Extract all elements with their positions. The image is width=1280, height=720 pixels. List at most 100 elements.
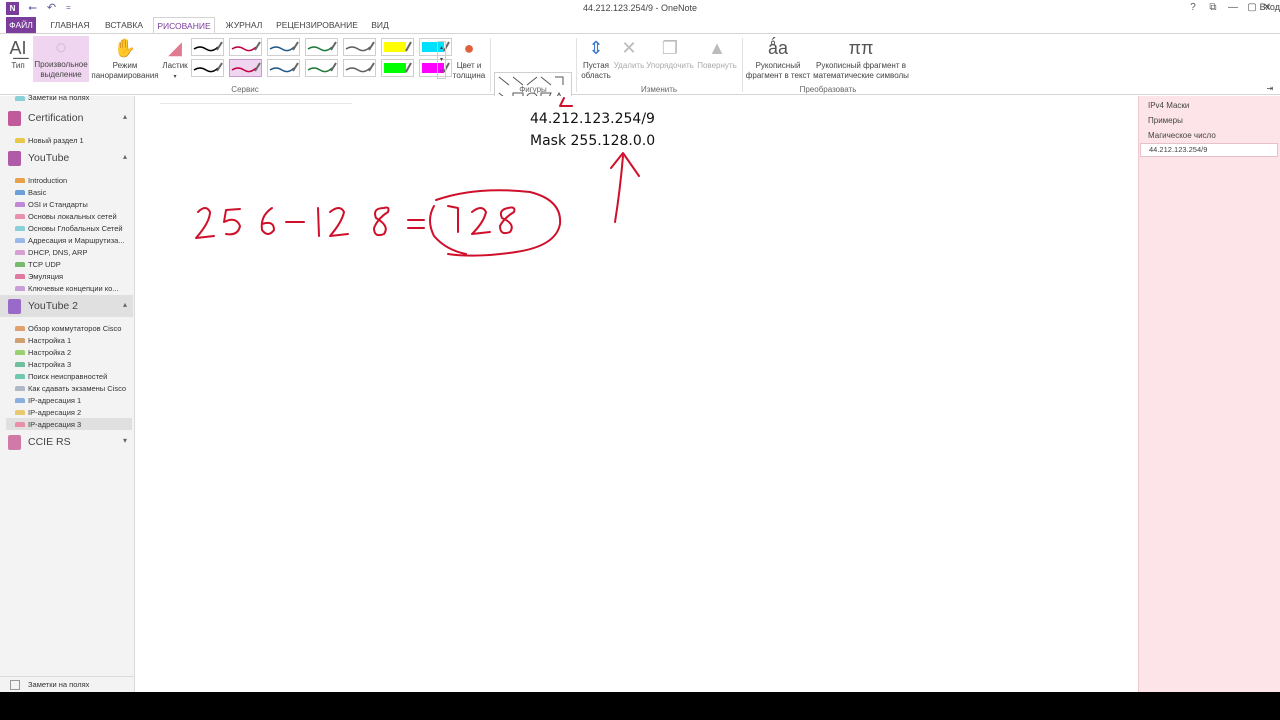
lasso-select-button[interactable]: ◌ Произвольное выделение bbox=[33, 36, 89, 82]
tab-view[interactable]: ВИД bbox=[365, 17, 395, 33]
pen-swatch[interactable] bbox=[191, 38, 224, 56]
section-item[interactable]: Настройка 2 bbox=[28, 348, 132, 357]
pen-swatch[interactable] bbox=[343, 38, 376, 56]
quick-notes-footer[interactable]: Заметки на полях bbox=[0, 676, 134, 692]
tab-file[interactable]: ФАЙЛ bbox=[6, 17, 36, 33]
rotate-label: Повернуть bbox=[697, 61, 737, 70]
ribbon: A͟I Тип ◌ Произвольное выделение ✋ Режим… bbox=[0, 33, 1280, 110]
pen-swatch[interactable] bbox=[267, 59, 300, 77]
section-item[interactable]: Как сдавать экзамены Cisco bbox=[28, 384, 132, 393]
pen-swatch[interactable] bbox=[229, 59, 262, 77]
pen-swatch[interactable] bbox=[343, 59, 376, 77]
section-color-swatch bbox=[15, 178, 25, 183]
pen-swatch[interactable] bbox=[191, 59, 224, 77]
notebook-navigation: Заметки на полях Certification ▴ Новый р… bbox=[0, 93, 135, 692]
page-item[interactable]: Примеры bbox=[1148, 116, 1183, 125]
page-item[interactable]: 44.212.123.254/9 bbox=[1140, 143, 1278, 157]
notebook-name: YouTube 2 bbox=[28, 300, 79, 312]
help-button[interactable]: ? bbox=[1183, 1, 1203, 15]
arrange-button[interactable]: ❐ Упорядочить bbox=[645, 37, 695, 71]
notebook-certification[interactable]: Certification ▴ bbox=[0, 107, 133, 129]
section-color-swatch bbox=[15, 326, 25, 331]
collapse-icon[interactable]: ▴ bbox=[123, 152, 127, 161]
eraser-button[interactable]: ◢ Ластик ▾ bbox=[160, 37, 190, 82]
pen-swatch[interactable] bbox=[229, 38, 262, 56]
page-item[interactable]: IPv4 Маски bbox=[1148, 101, 1189, 110]
notebook-name: YouTube bbox=[28, 152, 70, 164]
ink-text-label-2: фрагмент в текст bbox=[745, 71, 811, 80]
pen-swatch[interactable] bbox=[381, 38, 414, 56]
section-item[interactable]: IP-адресация 2 bbox=[28, 408, 132, 417]
collapse-ribbon-icon[interactable]: ⇥ bbox=[1264, 84, 1276, 94]
pen-swatch[interactable] bbox=[419, 59, 452, 77]
insert-space-button[interactable]: ⇕ Пустая область bbox=[578, 37, 614, 81]
section-item[interactable]: Настройка 1 bbox=[28, 336, 132, 345]
section-item[interactable]: Основы локальных сетей bbox=[28, 212, 132, 221]
pen-swatch[interactable] bbox=[267, 38, 300, 56]
ink-digit bbox=[471, 207, 491, 235]
ink-to-math-button[interactable]: ππ Рукописный фрагмент в математические … bbox=[810, 37, 912, 81]
tab-draw[interactable]: РИСОВАНИЕ bbox=[153, 17, 215, 34]
ink-circle bbox=[435, 189, 562, 257]
ink-to-text-button[interactable]: ǻa Рукописный фрагмент в текст bbox=[744, 37, 812, 81]
notebook-ccie-rs[interactable]: CCIE RS ▾ bbox=[0, 431, 133, 453]
section-item[interactable]: Основы Глобальных Сетей bbox=[28, 224, 132, 233]
section-item[interactable]: IP-адресация 1 bbox=[28, 396, 132, 405]
sign-in-link[interactable]: Вход bbox=[1260, 2, 1280, 12]
quick-notes-icon bbox=[10, 680, 20, 690]
color-label-2: толщина bbox=[452, 71, 486, 80]
pan-label-2: панорамирования bbox=[91, 71, 159, 80]
section-item[interactable]: Настройка 3 bbox=[28, 360, 132, 369]
section-item[interactable]: Эмуляция bbox=[28, 272, 132, 281]
tab-insert[interactable]: ВСТАВКА bbox=[100, 17, 148, 33]
pen-swatch[interactable] bbox=[419, 38, 452, 56]
collapse-icon[interactable]: ▴ bbox=[123, 300, 127, 309]
section-item[interactable]: Новый раздел 1 bbox=[28, 136, 132, 145]
delete-button[interactable]: ✕ Удалить bbox=[612, 37, 646, 71]
tab-home[interactable]: ГЛАВНАЯ bbox=[44, 17, 96, 33]
section-item[interactable]: Обзор коммутаторов Cisco bbox=[28, 324, 132, 333]
notebook-youtube[interactable]: YouTube ▴ bbox=[0, 147, 133, 169]
notebook-name: CCIE RS bbox=[28, 436, 71, 448]
page-list: IPv4 Маски Примеры Магическое число 44.212.… bbox=[1138, 96, 1280, 692]
pen-swatch[interactable] bbox=[305, 59, 338, 77]
section-color-swatch bbox=[15, 190, 25, 195]
arrange-icon: ❐ bbox=[661, 38, 679, 58]
color-thickness-button[interactable]: ● Цвет и толщина bbox=[450, 37, 488, 81]
section-item[interactable]: Basic bbox=[28, 188, 132, 197]
insert-space-icon: ⇕ bbox=[588, 38, 604, 58]
section-color-swatch bbox=[15, 374, 25, 379]
tab-review[interactable]: РЕЦЕНЗИРОВАНИЕ bbox=[274, 17, 360, 33]
section-item[interactable]: Адресация и Маршрутиза... bbox=[28, 236, 132, 245]
pen-swatch[interactable] bbox=[305, 38, 338, 56]
section-item[interactable]: OSI и Стандарты bbox=[28, 200, 132, 209]
section-item[interactable]: DHCP, DNS, ARP bbox=[28, 248, 132, 257]
collapse-icon[interactable]: ▴ bbox=[123, 112, 127, 121]
ink-drawing[interactable] bbox=[136, 96, 1138, 296]
section-item[interactable]: TCP UDP bbox=[28, 260, 132, 269]
expand-icon[interactable]: ▾ bbox=[123, 436, 127, 445]
section-item[interactable]: Поиск неисправностей bbox=[28, 372, 132, 381]
ribbon-display-button[interactable]: ⧉ bbox=[1203, 1, 1223, 15]
pen-swatch[interactable] bbox=[381, 59, 414, 77]
notebook-youtube-2[interactable]: YouTube 2 ▴ bbox=[0, 295, 133, 317]
section-item[interactable]: Ключевые концепции ко... bbox=[28, 284, 132, 293]
panning-mode-button[interactable]: ✋ Режим панорамирования bbox=[91, 37, 159, 81]
pen-gallery-scroll[interactable]: ▴ ▾ ▿ bbox=[437, 41, 446, 79]
notebook-icon bbox=[8, 435, 21, 450]
ink-digit bbox=[223, 208, 241, 236]
page-canvas[interactable]: 44.212.123.254/9 Mask 255.128.0.0 bbox=[136, 96, 1138, 692]
section-item[interactable]: Introduction bbox=[28, 176, 132, 185]
ink-digit bbox=[499, 206, 516, 235]
color-palette-icon: ● bbox=[463, 38, 475, 58]
minimize-button[interactable]: — bbox=[1223, 1, 1243, 15]
section-item[interactable]: IP-адресация 3 bbox=[28, 420, 132, 429]
section-color-swatch bbox=[15, 226, 25, 231]
window-title: 44.212.123.254/9 - OneNote bbox=[582, 3, 698, 13]
type-button[interactable]: A͟I Тип bbox=[4, 37, 32, 71]
tab-history[interactable]: ЖУРНАЛ bbox=[221, 17, 267, 33]
notebook-name: Certification bbox=[28, 112, 84, 124]
rotate-button[interactable]: ▲ Повернуть bbox=[696, 37, 738, 71]
nav-top-item[interactable]: Заметки на полях bbox=[28, 93, 132, 102]
page-item[interactable]: Магическое число bbox=[1148, 131, 1216, 140]
